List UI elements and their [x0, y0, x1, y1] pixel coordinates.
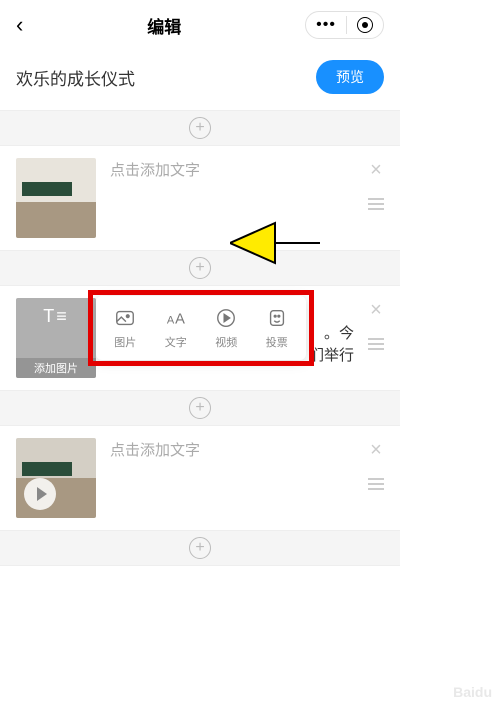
- text-icon: T≡: [43, 306, 69, 327]
- add-image-thumbnail[interactable]: T≡ 添加图片: [16, 298, 96, 378]
- insert-text-button[interactable]: AA 文字: [164, 306, 188, 350]
- delete-icon[interactable]: ×: [370, 440, 382, 460]
- insert-popup: 图片 AA 文字 视频 投票: [96, 296, 306, 360]
- svg-text:A: A: [167, 315, 175, 327]
- add-row: +: [0, 110, 400, 146]
- drag-icon[interactable]: [368, 198, 384, 210]
- add-image-label: 添加图片: [16, 358, 96, 378]
- image-icon: [113, 306, 137, 330]
- add-button[interactable]: +: [189, 397, 211, 419]
- subheader: 欢乐的成长仪式 预览: [0, 50, 400, 110]
- more-icon[interactable]: •••: [316, 16, 336, 34]
- back-button[interactable]: ‹: [16, 12, 23, 38]
- insert-image-button[interactable]: 图片: [113, 306, 137, 350]
- insert-image-label: 图片: [114, 334, 136, 350]
- block-actions: ×: [368, 438, 384, 490]
- insert-video-button[interactable]: 视频: [214, 306, 238, 350]
- insert-video-label: 视频: [215, 334, 237, 350]
- block-text[interactable]: 点击添加文字: [110, 438, 354, 463]
- delete-icon[interactable]: ×: [370, 300, 382, 320]
- add-row: +: [0, 390, 400, 426]
- svg-text:A: A: [175, 312, 185, 328]
- add-row: +: [0, 250, 400, 286]
- add-row: +: [0, 530, 400, 566]
- header-actions: •••: [305, 11, 384, 39]
- drag-icon[interactable]: [368, 338, 384, 350]
- add-button[interactable]: +: [189, 537, 211, 559]
- drag-icon[interactable]: [368, 478, 384, 490]
- block-actions: ×: [368, 298, 384, 350]
- text-icon: AA: [164, 306, 188, 330]
- image-thumbnail[interactable]: [16, 158, 96, 238]
- watermark: Baidu: [453, 684, 492, 700]
- content-block: 点击添加文字 ×: [0, 426, 400, 530]
- play-icon: [24, 478, 56, 510]
- add-button[interactable]: +: [189, 257, 211, 279]
- vote-icon: [265, 306, 289, 330]
- insert-text-label: 文字: [165, 334, 187, 350]
- delete-icon[interactable]: ×: [370, 160, 382, 180]
- video-icon: [214, 306, 238, 330]
- insert-vote-button[interactable]: 投票: [265, 306, 289, 350]
- divider: [346, 16, 347, 34]
- document-title: 欢乐的成长仪式: [16, 65, 135, 90]
- content-block: 点击添加文字 ×: [0, 146, 400, 250]
- block-text[interactable]: 点击添加文字: [110, 158, 354, 183]
- preview-button[interactable]: 预览: [316, 60, 384, 94]
- video-thumbnail[interactable]: [16, 438, 96, 518]
- target-icon[interactable]: [357, 17, 373, 33]
- add-button[interactable]: +: [189, 117, 211, 139]
- page-title: 编辑: [147, 13, 181, 38]
- insert-vote-label: 投票: [266, 334, 288, 350]
- block-actions: ×: [368, 158, 384, 210]
- header: ‹ 编辑 •••: [0, 0, 400, 50]
